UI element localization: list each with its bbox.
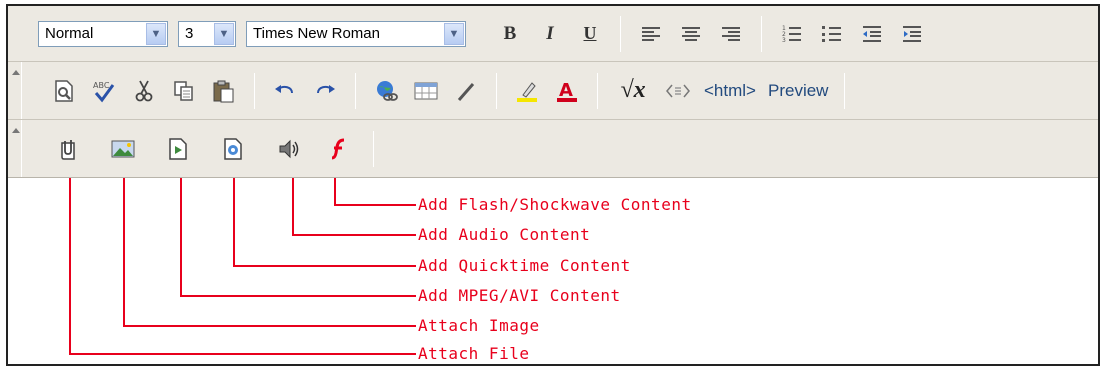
formatting-toolbar: Normal ▼ 3 ▼ Times New Roman ▼ B I U 1 2… bbox=[8, 6, 1098, 62]
svg-text:3: 3 bbox=[782, 37, 786, 43]
insert-table-icon[interactable] bbox=[409, 74, 443, 108]
flash-icon[interactable] bbox=[322, 132, 356, 166]
redo-icon[interactable] bbox=[308, 74, 342, 108]
font-color-icon[interactable]: A bbox=[550, 74, 584, 108]
callout-audio: Add Audio Content bbox=[418, 225, 591, 244]
highlight-color-icon[interactable] bbox=[510, 74, 544, 108]
html-editor: Normal ▼ 3 ▼ Times New Roman ▼ B I U 1 2… bbox=[6, 4, 1100, 366]
mpeg-avi-icon[interactable] bbox=[161, 132, 195, 166]
font-name-value: Times New Roman bbox=[253, 25, 380, 42]
toolbar-separator bbox=[844, 72, 846, 109]
copy-icon[interactable] bbox=[167, 74, 201, 108]
toolbar-separator bbox=[761, 15, 762, 52]
numbered-list-icon[interactable]: 123 bbox=[775, 17, 809, 51]
font-size-select[interactable]: 3 ▼ bbox=[178, 20, 236, 47]
toolbar-separator bbox=[355, 72, 356, 109]
insert-link-icon[interactable] bbox=[369, 74, 403, 108]
undo-icon[interactable] bbox=[268, 74, 302, 108]
toolbar-separator bbox=[254, 72, 255, 109]
equation-button[interactable]: √x bbox=[611, 74, 655, 108]
chevron-down-icon[interactable]: ▼ bbox=[444, 22, 464, 45]
code-arrows-icon[interactable] bbox=[661, 74, 695, 108]
equation-label: √x bbox=[620, 77, 646, 103]
toolbar-separator bbox=[597, 72, 598, 109]
underline-button[interactable]: U bbox=[573, 17, 607, 51]
bold-button[interactable]: B bbox=[493, 17, 527, 51]
attach-file-icon[interactable] bbox=[51, 132, 85, 166]
paste-icon[interactable] bbox=[207, 74, 241, 108]
spellcheck-label: ABC bbox=[93, 81, 110, 90]
italic-button[interactable]: I bbox=[533, 17, 567, 51]
align-center-icon[interactable] bbox=[674, 17, 708, 51]
align-left-icon[interactable] bbox=[634, 17, 668, 51]
toolbar-grip[interactable] bbox=[8, 120, 22, 177]
editor-content-area[interactable]: Add Flash/Shockwave Content Add Audio Co… bbox=[8, 178, 1098, 366]
html-mode-button[interactable]: <html> bbox=[698, 81, 762, 101]
print-preview-icon[interactable] bbox=[47, 74, 81, 108]
callout-mpeg-avi: Add MPEG/AVI Content bbox=[418, 286, 621, 305]
align-right-icon[interactable] bbox=[714, 17, 748, 51]
callout-attach-file: Attach File bbox=[418, 344, 530, 363]
audio-icon[interactable] bbox=[271, 132, 305, 166]
chevron-down-icon[interactable]: ▼ bbox=[214, 22, 234, 45]
paragraph-format-select[interactable]: Normal ▼ bbox=[38, 20, 168, 47]
paragraph-format-value: Normal bbox=[45, 25, 94, 42]
chevron-down-icon[interactable]: ▼ bbox=[146, 22, 166, 45]
callout-attach-image: Attach Image bbox=[418, 316, 540, 335]
indent-icon[interactable] bbox=[895, 17, 929, 51]
toolbar-separator bbox=[620, 15, 621, 52]
media-toolbar bbox=[8, 120, 1098, 178]
callout-quicktime: Add Quicktime Content bbox=[418, 256, 631, 275]
toolbar-separator bbox=[496, 72, 497, 109]
bullet-list-icon[interactable] bbox=[815, 17, 849, 51]
toolbar-grip[interactable] bbox=[8, 62, 22, 119]
callout-flash: Add Flash/Shockwave Content bbox=[418, 195, 692, 214]
outdent-icon[interactable] bbox=[855, 17, 889, 51]
font-size-value: 3 bbox=[185, 25, 194, 42]
attach-image-icon[interactable] bbox=[106, 132, 140, 166]
svg-text:A: A bbox=[559, 80, 573, 101]
preview-button[interactable]: Preview bbox=[762, 81, 834, 101]
font-name-select[interactable]: Times New Roman ▼ bbox=[246, 20, 466, 47]
spellcheck-icon[interactable]: ABC bbox=[87, 74, 121, 108]
edit-toolbar: ABC A √x <html> Preview bbox=[8, 62, 1098, 120]
cut-icon[interactable] bbox=[127, 74, 161, 108]
toolbar-separator bbox=[373, 130, 374, 167]
horizontal-rule-icon[interactable] bbox=[449, 74, 483, 108]
quicktime-icon[interactable] bbox=[216, 132, 250, 166]
editor-toolbars: Normal ▼ 3 ▼ Times New Roman ▼ B I U 1 2… bbox=[8, 6, 1098, 178]
